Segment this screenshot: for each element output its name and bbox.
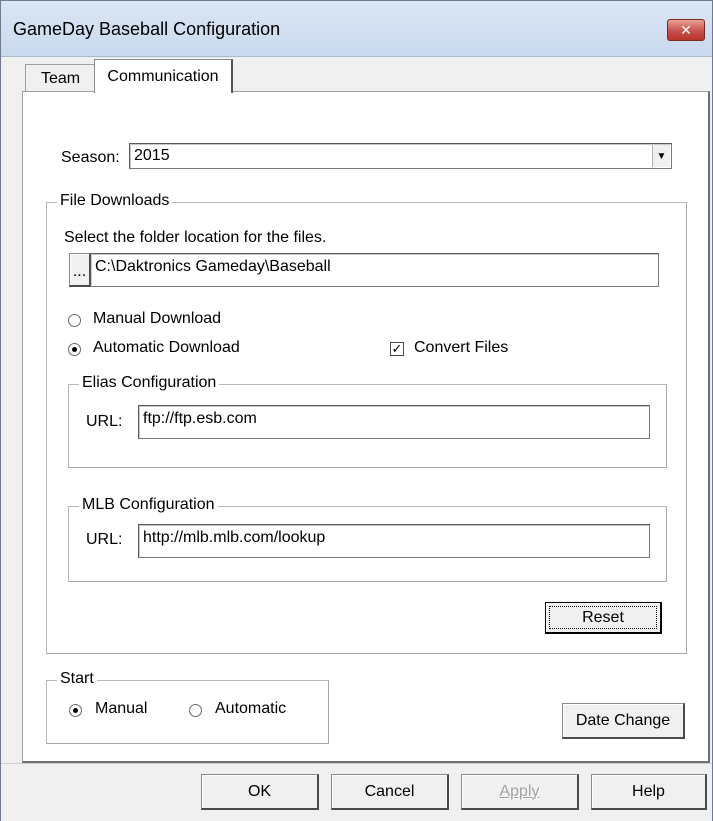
close-button[interactable]: ✕ bbox=[667, 19, 705, 41]
title-bar[interactable]: GameDay Baseball Configuration ✕ bbox=[1, 1, 712, 57]
checkmark-icon: ✓ bbox=[391, 341, 403, 356]
tab-team-label: Team bbox=[40, 69, 81, 87]
communication-tab-panel: Season: 2015 ▼ File Downloads Select the… bbox=[22, 91, 710, 763]
start-automatic-radio[interactable] bbox=[189, 704, 202, 717]
focus-rectangle bbox=[549, 606, 657, 629]
apply-button[interactable]: Apply bbox=[461, 774, 579, 810]
mlb-url-value: http://mlb.mlb.com/lookup bbox=[143, 529, 326, 546]
convert-files-label: Convert Files bbox=[414, 339, 509, 356]
elias-configuration-title: Elias Configuration bbox=[79, 374, 220, 392]
season-dropdown-button[interactable]: ▼ bbox=[652, 145, 670, 167]
date-change-label: Date Change bbox=[575, 711, 671, 729]
folder-path-value: C:\Daktronics Gameday\Baseball bbox=[95, 258, 331, 275]
tab-team[interactable]: Team bbox=[25, 64, 95, 92]
chevron-down-icon: ▼ bbox=[656, 150, 667, 162]
close-icon: ✕ bbox=[680, 21, 692, 38]
start-title: Start bbox=[57, 670, 97, 688]
start-group bbox=[46, 680, 329, 744]
browse-folder-button[interactable]: ... bbox=[69, 253, 91, 287]
folder-prompt: Select the folder location for the files… bbox=[64, 229, 327, 246]
elias-url-label: URL: bbox=[86, 413, 123, 430]
tab-communication-label: Communication bbox=[107, 67, 219, 85]
automatic-download-radio[interactable] bbox=[68, 343, 81, 356]
tab-communication[interactable]: Communication bbox=[94, 59, 233, 93]
manual-download-radio[interactable] bbox=[68, 314, 81, 327]
browse-folder-label: ... bbox=[72, 263, 87, 280]
start-manual-radio[interactable] bbox=[69, 704, 82, 717]
season-value: 2015 bbox=[134, 147, 170, 164]
help-button[interactable]: Help bbox=[591, 774, 707, 810]
ok-button[interactable]: OK bbox=[201, 774, 319, 810]
date-change-button[interactable]: Date Change bbox=[562, 703, 685, 739]
cancel-button[interactable]: Cancel bbox=[331, 774, 449, 810]
elias-url-input[interactable]: ftp://ftp.esb.com bbox=[138, 405, 650, 439]
season-select[interactable]: 2015 ▼ bbox=[129, 143, 672, 169]
elias-url-value: ftp://ftp.esb.com bbox=[143, 410, 257, 427]
cancel-label: Cancel bbox=[364, 782, 415, 800]
convert-files-checkbox[interactable]: ✓ bbox=[390, 342, 404, 356]
reset-button[interactable]: Reset bbox=[545, 602, 662, 634]
mlb-configuration-title: MLB Configuration bbox=[79, 496, 218, 514]
configuration-dialog: GameDay Baseball Configuration ✕ Team Co… bbox=[0, 0, 713, 821]
mlb-url-input[interactable]: http://mlb.mlb.com/lookup bbox=[138, 524, 650, 558]
automatic-download-label: Automatic Download bbox=[93, 339, 240, 356]
start-manual-label: Manual bbox=[95, 700, 148, 717]
file-downloads-title: File Downloads bbox=[57, 192, 173, 210]
season-label: Season: bbox=[61, 149, 120, 166]
start-automatic-label: Automatic bbox=[215, 700, 287, 717]
folder-path-input[interactable]: C:\Daktronics Gameday\Baseball bbox=[90, 253, 659, 287]
mlb-url-label: URL: bbox=[86, 531, 123, 548]
ok-label: OK bbox=[247, 782, 272, 800]
manual-download-label: Manual Download bbox=[93, 310, 222, 327]
help-label: Help bbox=[632, 782, 665, 800]
window-title: GameDay Baseball Configuration bbox=[13, 19, 281, 39]
apply-label: Apply bbox=[499, 782, 540, 800]
